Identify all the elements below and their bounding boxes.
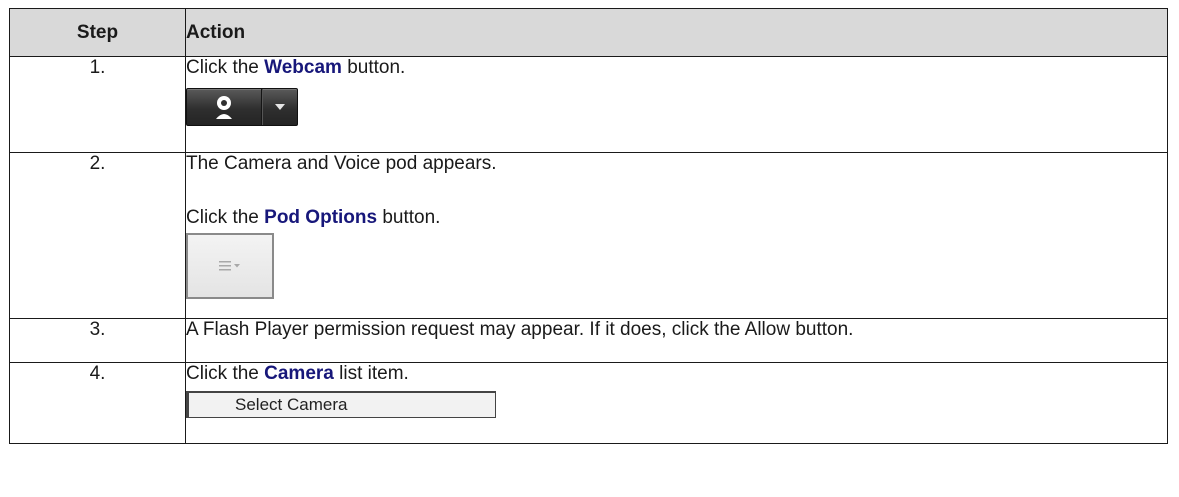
action-cell: A Flash Player permission request may ap…	[185, 318, 1168, 363]
action-cell: Click the Camera list item. Select Camer…	[185, 362, 1168, 444]
step-number: 2.	[9, 152, 186, 319]
keyword-webcam: Webcam	[264, 57, 342, 78]
instruction-text: Click the Webcam button.	[186, 57, 406, 78]
step-number: 4.	[9, 362, 186, 444]
webcam-icon	[216, 96, 232, 119]
table-header-row: Step Action	[9, 8, 1168, 57]
action-cell: The Camera and Voice pod appears. Click …	[185, 152, 1168, 319]
action-cell: Click the Webcam button.	[185, 56, 1168, 153]
menu-lines-icon	[219, 261, 240, 271]
table-row: 3. A Flash Player permission request may…	[9, 318, 1168, 363]
webcam-button[interactable]	[186, 88, 298, 126]
instruction-text: A Flash Player permission request may ap…	[186, 319, 854, 340]
webcam-dropdown[interactable]	[262, 89, 297, 125]
pod-options-button[interactable]	[186, 233, 274, 299]
procedure-table: Step Action 1. Click the Webcam button.	[9, 8, 1168, 444]
table-row: 2. The Camera and Voice pod appears. Cli…	[9, 152, 1168, 319]
instruction-text: Click the Camera list item.	[186, 363, 409, 384]
intro-text: The Camera and Voice pod appears.	[186, 153, 497, 174]
instruction-text: Click the Pod Options button.	[186, 207, 441, 228]
keyword-pod-options: Pod Options	[264, 207, 378, 228]
chevron-down-icon	[275, 104, 285, 110]
step-number: 1.	[9, 56, 186, 153]
table-row: 1. Click the Webcam button.	[9, 56, 1168, 153]
header-step: Step	[9, 8, 186, 57]
table-row: 4. Click the Camera list item. Select Ca…	[9, 362, 1168, 444]
keyword-camera: Camera	[264, 363, 334, 384]
select-camera-item[interactable]: Select Camera	[186, 391, 496, 418]
step-number: 3.	[9, 318, 186, 363]
webcam-toggle[interactable]	[187, 89, 262, 125]
header-action: Action	[185, 8, 1168, 57]
